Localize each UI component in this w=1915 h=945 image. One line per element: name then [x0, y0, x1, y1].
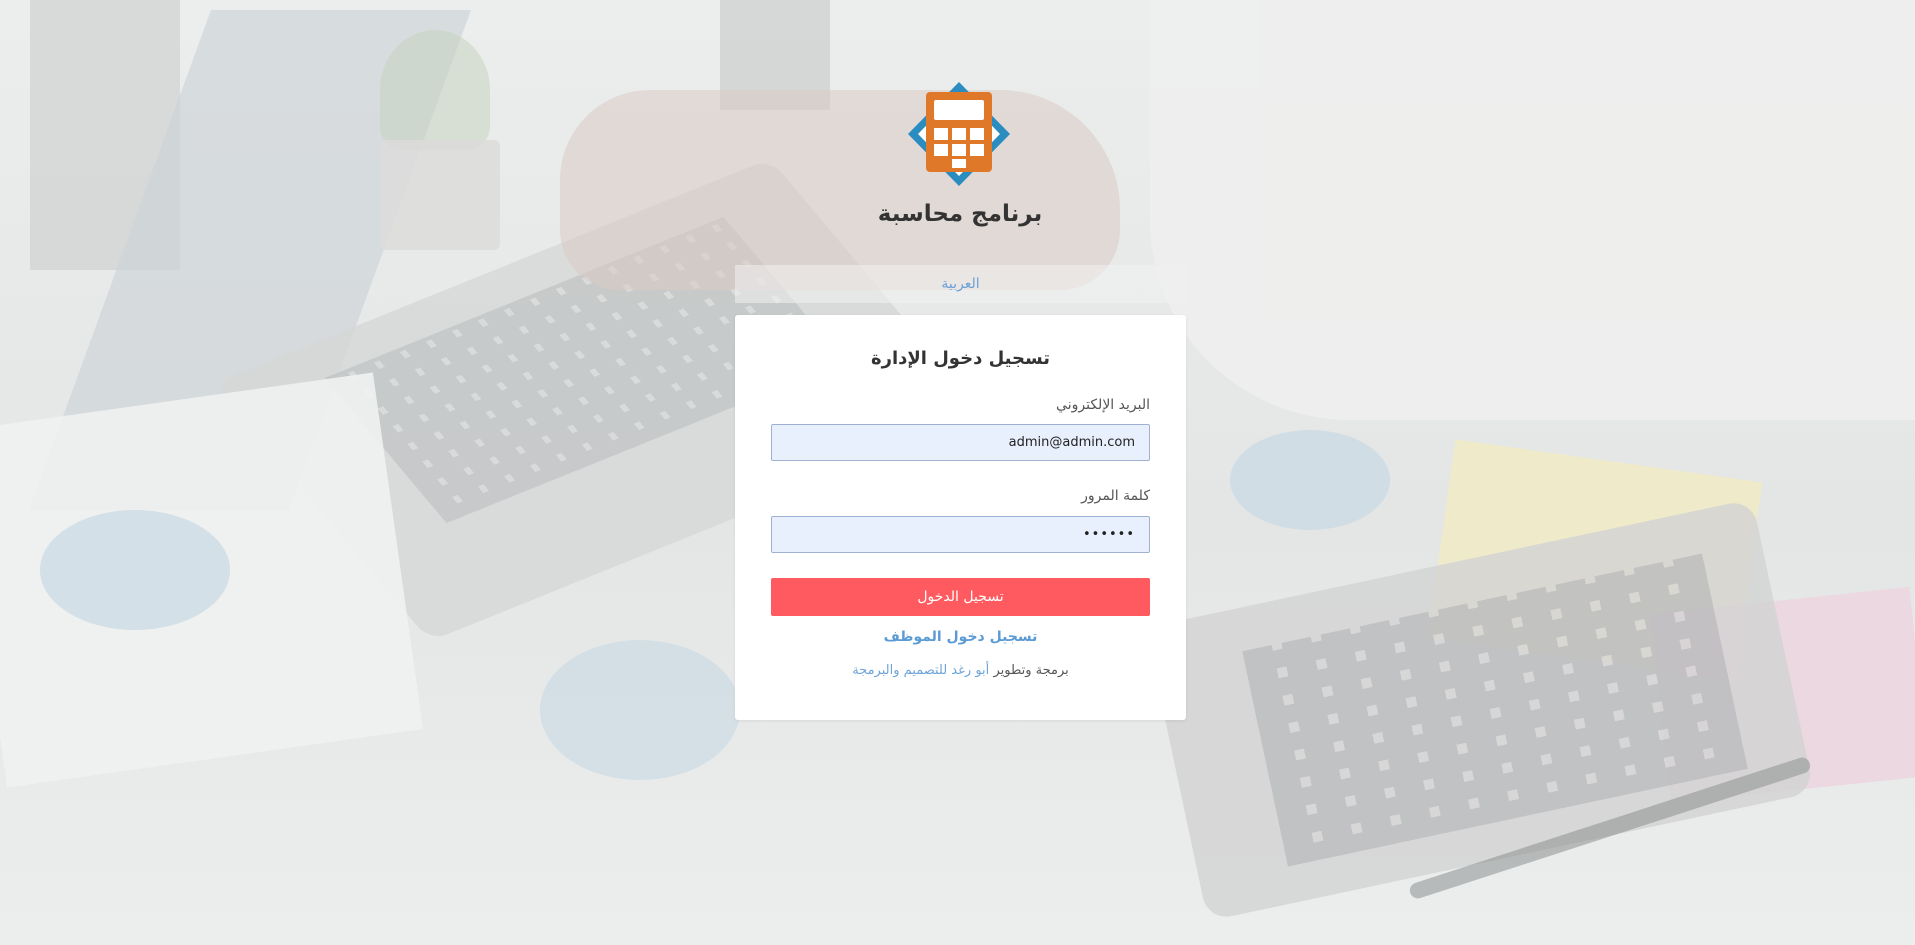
- background-pie-chart: [540, 640, 740, 780]
- login-heading: تسجيل دخول الإدارة: [870, 348, 1051, 369]
- email-field[interactable]: [771, 424, 1150, 461]
- email-label: البريد الإلكتروني: [1056, 397, 1150, 413]
- language-link[interactable]: العربية: [941, 276, 979, 292]
- language-bar: العربية: [735, 265, 1186, 303]
- developer-link[interactable]: أبو رغد للتصميم والبرمجة: [852, 663, 989, 678]
- credit-text: برمجة وتطوير أبو رغد للتصميم والبرمجة: [735, 663, 1186, 678]
- login-button[interactable]: تسجيل الدخول: [771, 578, 1150, 616]
- employee-login-link[interactable]: تسجيل دخول الموظف: [735, 629, 1186, 645]
- password-field[interactable]: [771, 516, 1150, 553]
- login-card: تسجيل دخول الإدارة البريد الإلكتروني كلم…: [735, 315, 1186, 720]
- background-pie-chart: [1230, 430, 1390, 530]
- credit-prefix: برمجة وتطوير: [993, 663, 1069, 678]
- background-plant: [380, 30, 490, 150]
- background-hands: [560, 90, 1120, 290]
- password-label: كلمة المرور: [1081, 488, 1150, 504]
- calculator-icon: [904, 78, 1014, 190]
- app-title: برنامج محاسبة: [877, 201, 1043, 227]
- background-plant-pot: [380, 140, 500, 250]
- background-sleeve: [1150, 0, 1915, 420]
- background-pie-chart: [40, 510, 230, 630]
